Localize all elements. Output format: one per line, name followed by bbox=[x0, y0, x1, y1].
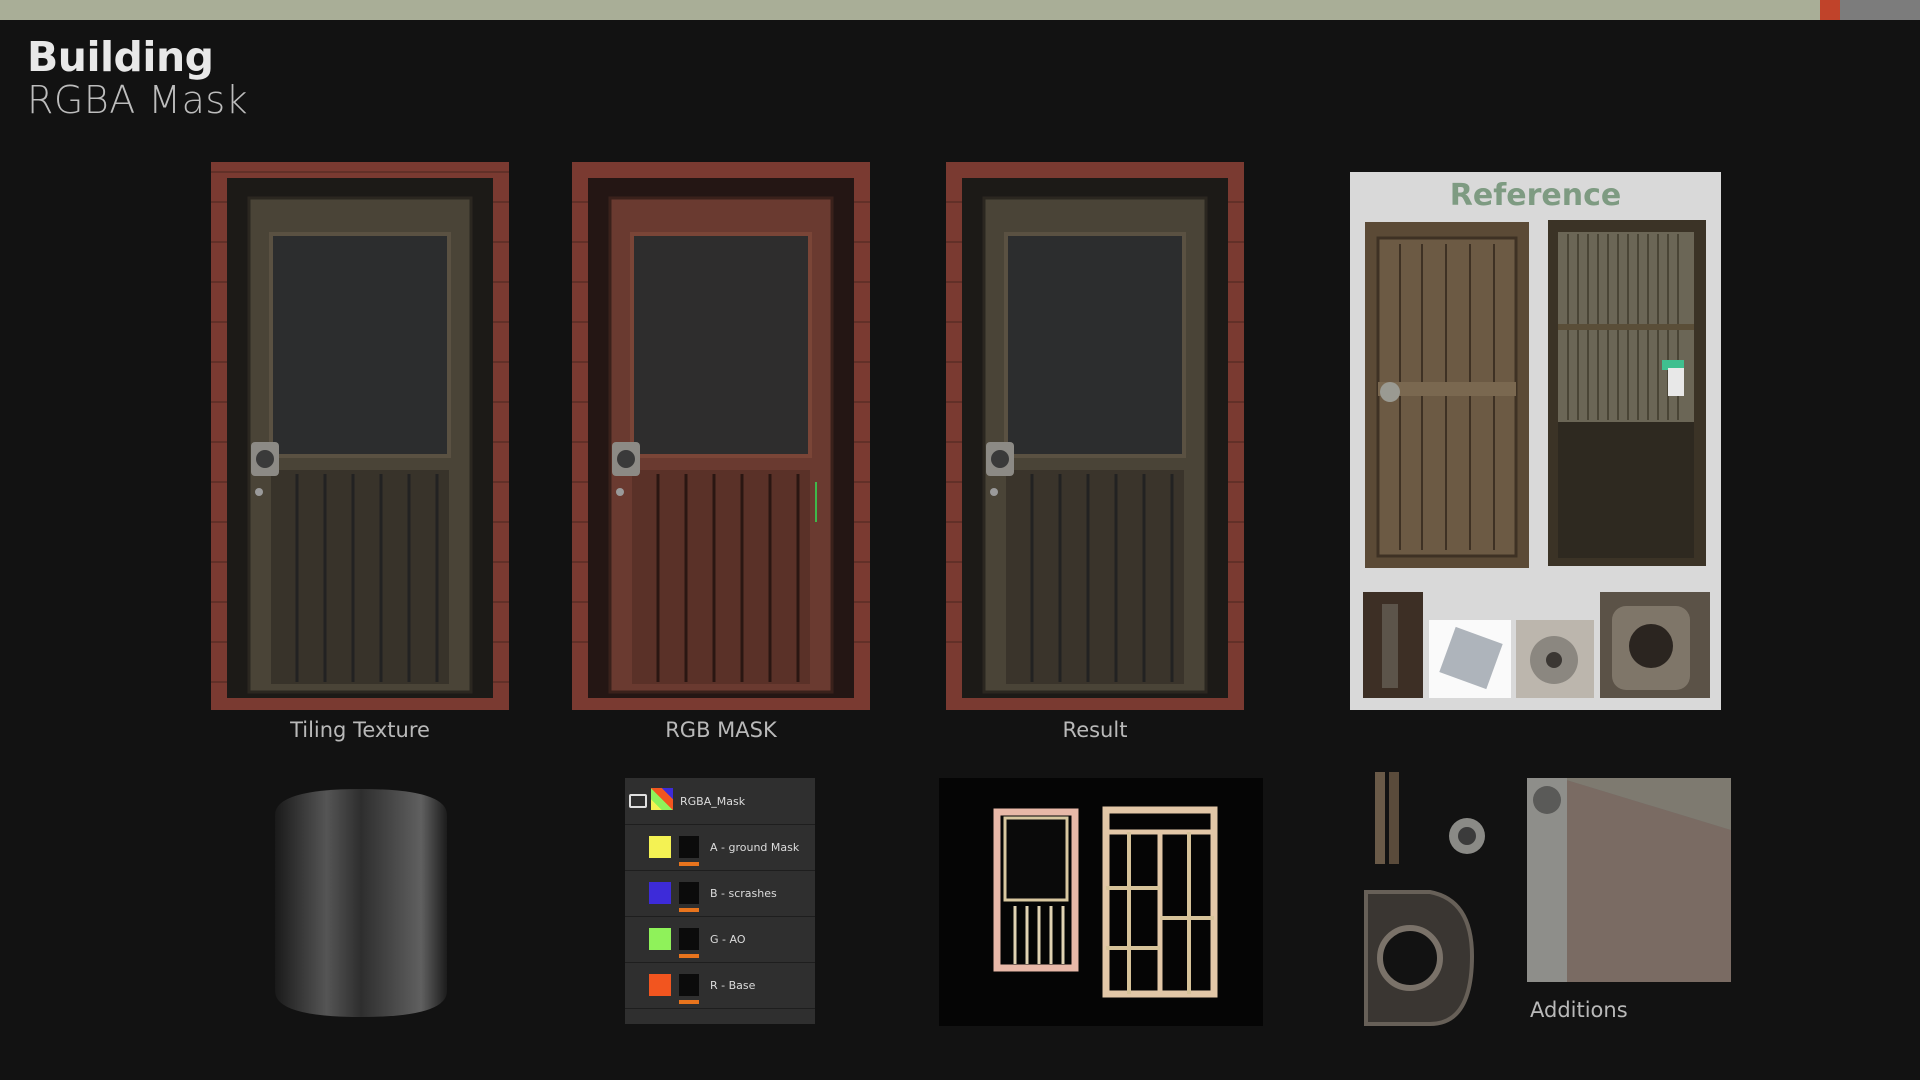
layer-group-row[interactable]: RGBA_Mask bbox=[625, 778, 815, 825]
mask-thumb-g bbox=[679, 928, 699, 950]
mask-thumb-a bbox=[679, 836, 699, 858]
page-subtitle: RGBA Mask bbox=[27, 78, 249, 122]
reference-thumb-hinge-steel bbox=[1429, 620, 1511, 698]
layer-label-r: R - Base bbox=[710, 979, 756, 992]
door-render-rgb-mask bbox=[572, 162, 870, 710]
caption-additions: Additions bbox=[1530, 998, 1628, 1022]
layer-stack-panel: RGBA_Mask A - ground Mask B - scrashes G… bbox=[625, 778, 815, 1024]
top-accent-grey-block bbox=[1840, 0, 1920, 20]
reference-thumb-lock-plate bbox=[1600, 592, 1710, 698]
lock-cylinder-icon bbox=[1449, 818, 1485, 854]
lock-plate-icon bbox=[1364, 890, 1475, 1026]
reference-thumb-hinge-dark bbox=[1363, 592, 1423, 698]
top-accent-red-block bbox=[1820, 0, 1840, 20]
additions-preview bbox=[1360, 770, 1740, 1030]
reference-photo-door-2 bbox=[1548, 220, 1706, 566]
hinge-model-icon bbox=[1375, 772, 1399, 864]
reference-thumb-lock bbox=[1516, 620, 1594, 698]
reference-photo-door-1 bbox=[1365, 222, 1529, 568]
page-title: Building bbox=[27, 33, 214, 81]
door-render-tiling-texture bbox=[211, 162, 509, 710]
door-frame-single bbox=[993, 808, 1079, 972]
layer-group-label: RGBA_Mask bbox=[680, 795, 746, 808]
caption-rgb-mask: RGB MASK bbox=[665, 718, 777, 742]
color-swatch-r bbox=[649, 974, 671, 996]
door-frames-uv-preview bbox=[939, 778, 1263, 1026]
mask-thumb-r bbox=[679, 974, 699, 996]
layer-row-r[interactable]: R - Base bbox=[625, 962, 815, 1009]
layer-row-g[interactable]: G - AO bbox=[625, 916, 815, 963]
layer-label-b: B - scrashes bbox=[710, 887, 777, 900]
mask-swatch-icon bbox=[651, 788, 673, 810]
door-render-result bbox=[946, 162, 1244, 710]
top-accent-bar bbox=[0, 0, 1920, 20]
caption-tiling-texture: Tiling Texture bbox=[290, 718, 430, 742]
layer-bar-b bbox=[679, 908, 699, 912]
reference-card: Reference bbox=[1350, 172, 1721, 710]
layer-bar-g bbox=[679, 954, 699, 958]
color-swatch-b bbox=[649, 882, 671, 904]
layer-bar-a bbox=[679, 862, 699, 866]
layer-label-a: A - ground Mask bbox=[710, 841, 800, 854]
color-swatch-a bbox=[649, 836, 671, 858]
layer-label-g: G - AO bbox=[710, 933, 746, 946]
caption-result: Result bbox=[1062, 718, 1128, 742]
folder-icon bbox=[629, 794, 647, 808]
mask-thumb-b bbox=[679, 882, 699, 904]
material-preview-cylinder bbox=[271, 785, 451, 1021]
uv-additions-texture bbox=[1527, 778, 1731, 982]
door-frame-double bbox=[1102, 806, 1218, 998]
layer-row-b[interactable]: B - scrashes bbox=[625, 870, 815, 917]
color-swatch-g bbox=[649, 928, 671, 950]
layer-bar-r bbox=[679, 1000, 699, 1004]
layer-row-a[interactable]: A - ground Mask bbox=[625, 824, 815, 871]
